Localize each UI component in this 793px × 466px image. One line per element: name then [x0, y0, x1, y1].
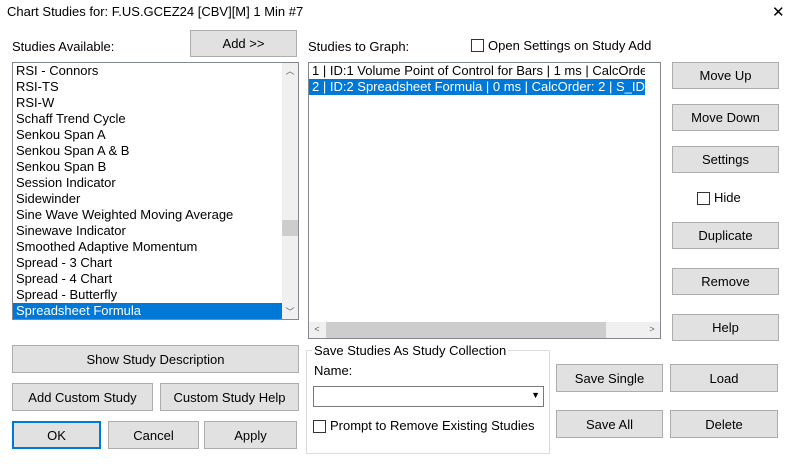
delete-button[interactable]: Delete — [670, 410, 778, 438]
prompt-remove-label: Prompt to Remove Existing Studies — [330, 418, 535, 433]
study-list-item[interactable]: Senkou Span B — [13, 159, 282, 175]
move-down-button[interactable]: Move Down — [672, 104, 779, 131]
settings-button[interactable]: Settings — [672, 146, 779, 173]
hide-label: Hide — [714, 190, 741, 205]
study-list-item[interactable]: Spread - Butterfly — [13, 287, 282, 303]
study-list-item[interactable]: Sidewinder — [13, 191, 282, 207]
save-single-button[interactable]: Save Single — [556, 364, 663, 392]
studies-available-list[interactable]: RSI - Connors RSI-TS RSI-W Schaff Trend Cyc… — [12, 62, 299, 320]
study-list-item[interactable]: Schaff Trend Cycle — [13, 111, 282, 127]
prompt-remove-checkbox[interactable] — [313, 420, 326, 433]
hide-checkbox[interactable] — [697, 192, 710, 205]
name-label: Name: — [314, 363, 353, 378]
open-settings-label: Open Settings on Study Add — [488, 38, 652, 53]
custom-study-help-button[interactable]: Custom Study Help — [160, 383, 299, 411]
studies-available-label: Studies Available: — [12, 39, 115, 54]
vertical-scrollbar[interactable]: ︿ ﹀ — [282, 63, 298, 319]
scroll-down-icon[interactable]: ﹀ — [282, 305, 298, 318]
show-study-description-button[interactable]: Show Study Description — [12, 345, 299, 373]
horizontal-scrollbar[interactable]: < > — [309, 322, 660, 338]
study-list-item[interactable]: Senkou Span A & B — [13, 143, 282, 159]
study-list-item[interactable]: Session Indicator — [13, 175, 282, 191]
load-button[interactable]: Load — [670, 364, 778, 392]
scroll-left-icon[interactable]: < — [309, 324, 325, 334]
scroll-right-icon[interactable]: > — [644, 324, 660, 334]
scroll-thumb[interactable] — [282, 220, 298, 236]
move-up-button[interactable]: Move Up — [672, 62, 779, 89]
studies-to-graph-label: Studies to Graph: — [308, 39, 410, 54]
scroll-up-icon[interactable]: ︿ — [282, 64, 298, 77]
study-list-item[interactable]: RSI-W — [13, 95, 282, 111]
study-list-item[interactable]: Spread - 3 Chart — [13, 255, 282, 271]
add-button[interactable]: Add >> — [190, 30, 297, 57]
open-settings-checkbox[interactable] — [471, 39, 484, 52]
apply-button[interactable]: Apply — [204, 421, 297, 449]
cancel-button[interactable]: Cancel — [108, 421, 199, 449]
add-custom-study-button[interactable]: Add Custom Study — [12, 383, 153, 411]
duplicate-button[interactable]: Duplicate — [672, 222, 779, 249]
remove-button[interactable]: Remove — [672, 268, 779, 295]
studies-to-graph-list[interactable]: 1 | ID:1 Volume Point of Control for Bar… — [308, 62, 661, 339]
scroll-thumb[interactable] — [326, 322, 606, 338]
graph-list-item[interactable]: 2 | ID:2 Spreadsheet Formula | 0 ms | Ca… — [309, 79, 645, 95]
window-title: Chart Studies for: F.US.GCEZ24 [CBV][M] … — [7, 4, 304, 19]
graph-list-item[interactable]: 1 | ID:1 Volume Point of Control for Bar… — [309, 63, 645, 79]
study-collection-title: Save Studies As Study Collection — [312, 343, 509, 358]
study-list-item[interactable]: Senkou Span A — [13, 127, 282, 143]
study-list-item[interactable]: RSI - Connors — [13, 63, 282, 79]
study-list-item[interactable]: RSI-TS — [13, 79, 282, 95]
close-icon[interactable]: ✕ — [772, 3, 785, 21]
study-list-item[interactable]: Spreadsheet Formula — [13, 303, 282, 319]
save-all-button[interactable]: Save All — [556, 410, 663, 438]
study-list-item[interactable]: Smoothed Adaptive Momentum — [13, 239, 282, 255]
help-button[interactable]: Help — [672, 314, 779, 341]
ok-button[interactable]: OK — [12, 421, 101, 449]
name-combobox[interactable]: ▼ — [313, 386, 544, 407]
study-list-item[interactable]: Sinewave Indicator — [13, 223, 282, 239]
study-list-item[interactable]: Spread - 4 Chart — [13, 271, 282, 287]
dropdown-arrow-icon[interactable]: ▼ — [531, 390, 540, 400]
study-list-item[interactable]: Sine Wave Weighted Moving Average — [13, 207, 282, 223]
